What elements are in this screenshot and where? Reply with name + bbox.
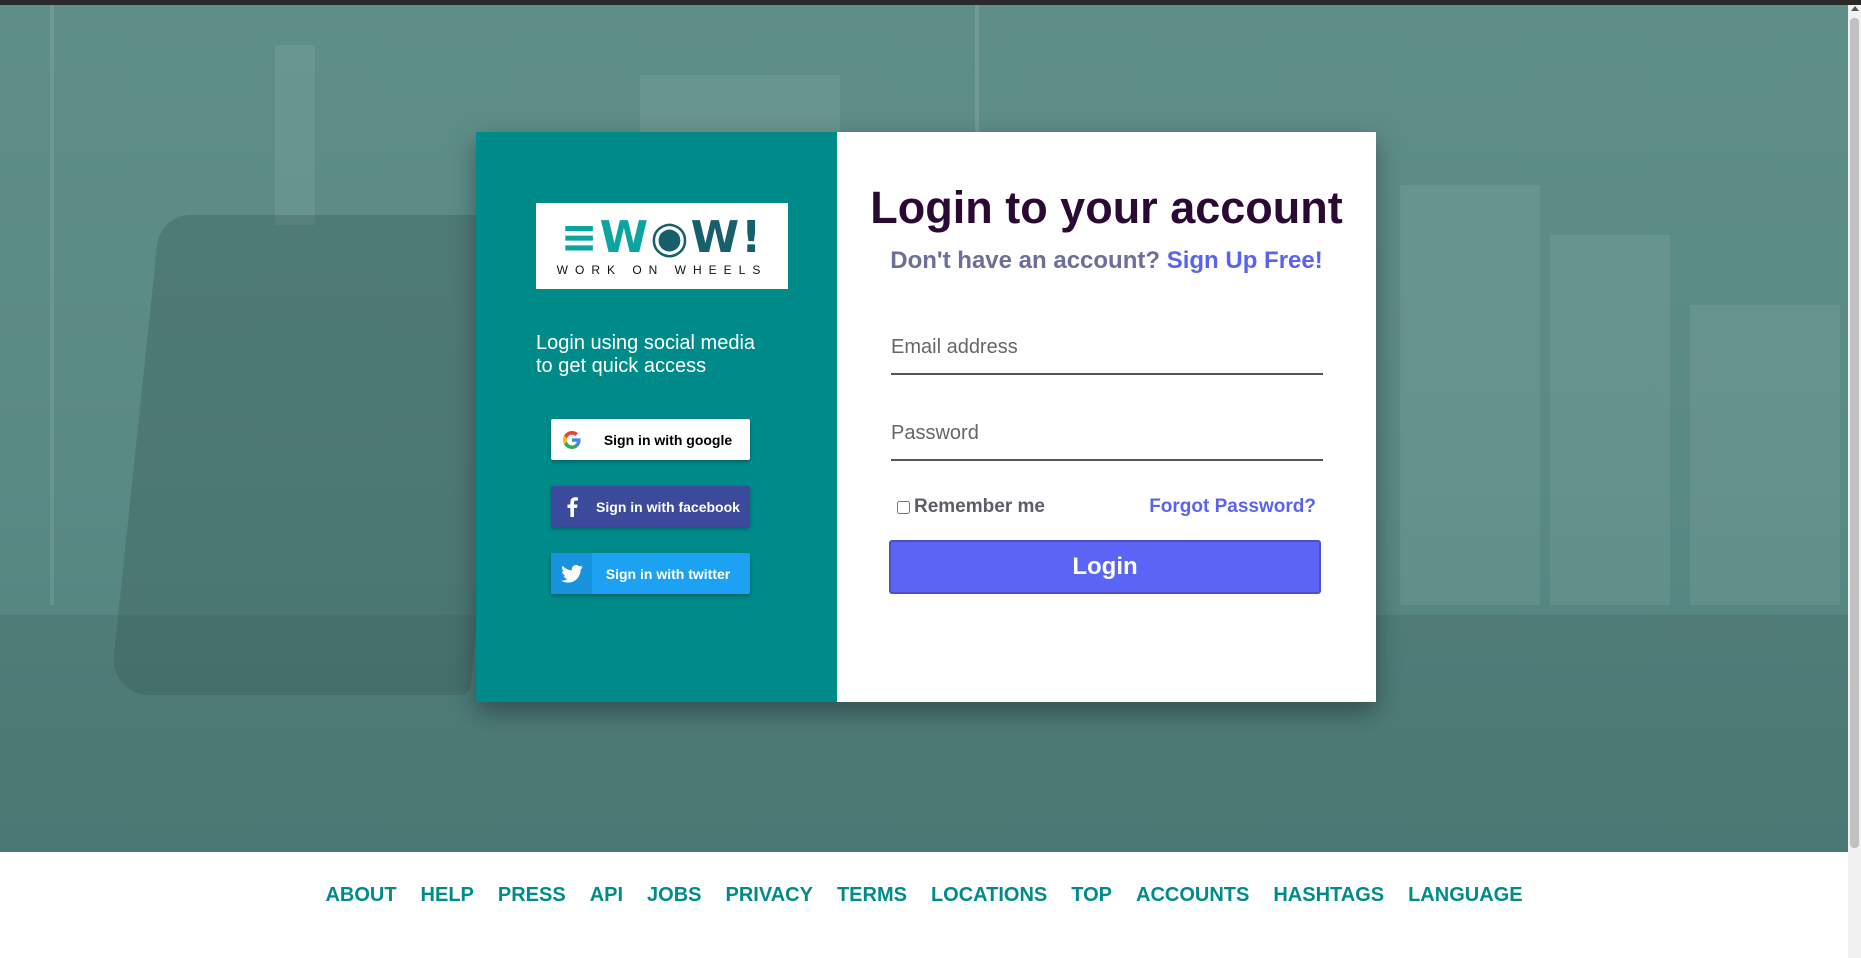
wow-logo: ≡W◉W! WORK ON WHEELS (536, 203, 788, 289)
social-login-panel: ≡W◉W! WORK ON WHEELS Login using social … (476, 132, 837, 702)
footer-link-terms[interactable]: TERMS (837, 884, 907, 907)
no-account-text: Don't have an account? (890, 247, 1161, 274)
facebook-signin-button[interactable]: Sign in with facebook (551, 486, 750, 527)
login-title: Login to your account (870, 182, 1343, 233)
footer-link-privacy[interactable]: PRIVACY (726, 884, 813, 907)
bg-building (640, 75, 840, 135)
bg-window-frame (975, 5, 979, 135)
logo-mark-part: ◉W! (650, 212, 764, 263)
password-input[interactable] (891, 407, 1323, 459)
twitter-bird-icon (551, 553, 592, 594)
footer-link-accounts[interactable]: ACCOUNTS (1136, 884, 1249, 907)
remember-me[interactable]: Remember me (897, 496, 1045, 518)
footer-link-about[interactable]: ABOUT (325, 884, 396, 907)
signup-link[interactable]: Sign Up Free! (1167, 247, 1323, 274)
bg-window-frame (50, 5, 54, 605)
logo-mark-part: ≡W (560, 212, 651, 263)
google-signin-label: Sign in with google (603, 431, 733, 448)
bg-building (1550, 235, 1670, 605)
footer-link-top[interactable]: TOP (1071, 884, 1112, 907)
logo-tagline: WORK ON WHEELS (556, 263, 768, 277)
bg-building (1400, 185, 1540, 605)
footer-nav: ABOUT HELP PRESS API JOBS PRIVACY TERMS … (0, 884, 1848, 907)
signup-prompt: Don't have an account? Sign Up Free! (837, 247, 1376, 275)
login-form-panel: Login to your account Don't have an acco… (837, 132, 1376, 702)
footer: ABOUT HELP PRESS API JOBS PRIVACY TERMS … (0, 852, 1848, 958)
email-input[interactable] (891, 321, 1323, 373)
bg-building (275, 45, 315, 225)
footer-link-press[interactable]: PRESS (498, 884, 566, 907)
google-signin-button[interactable]: Sign in with google (551, 419, 750, 460)
login-card: ≡W◉W! WORK ON WHEELS Login using social … (476, 132, 1376, 702)
footer-link-jobs[interactable]: JOBS (647, 884, 701, 907)
password-field-wrapper (891, 407, 1323, 461)
bg-building (1690, 305, 1840, 605)
logo-mark: ≡W◉W! (561, 215, 763, 261)
twitter-signin-button[interactable]: Sign in with twitter (551, 553, 750, 594)
scroll-up-arrow-icon[interactable] (1851, 6, 1859, 11)
google-g-icon (551, 419, 592, 460)
footer-link-language[interactable]: LANGUAGE (1408, 884, 1522, 907)
forgot-password-link[interactable]: Forgot Password? (1149, 496, 1316, 518)
login-button[interactable]: Login (889, 540, 1321, 594)
footer-link-api[interactable]: API (590, 884, 623, 907)
scrollbar-thumb[interactable] (1850, 18, 1859, 848)
email-field-wrapper (891, 321, 1323, 375)
footer-link-hashtags[interactable]: HASHTAGS (1273, 884, 1384, 907)
facebook-f-icon (551, 486, 592, 527)
facebook-signin-label: Sign in with facebook (596, 498, 740, 515)
remember-me-checkbox[interactable] (897, 500, 910, 514)
footer-link-help[interactable]: HELP (421, 884, 474, 907)
footer-link-locations[interactable]: LOCATIONS (931, 884, 1047, 907)
remember-me-label: Remember me (914, 496, 1045, 517)
twitter-signin-label: Sign in with twitter (605, 565, 731, 582)
social-login-prompt: Login using social media to get quick ac… (536, 332, 756, 377)
